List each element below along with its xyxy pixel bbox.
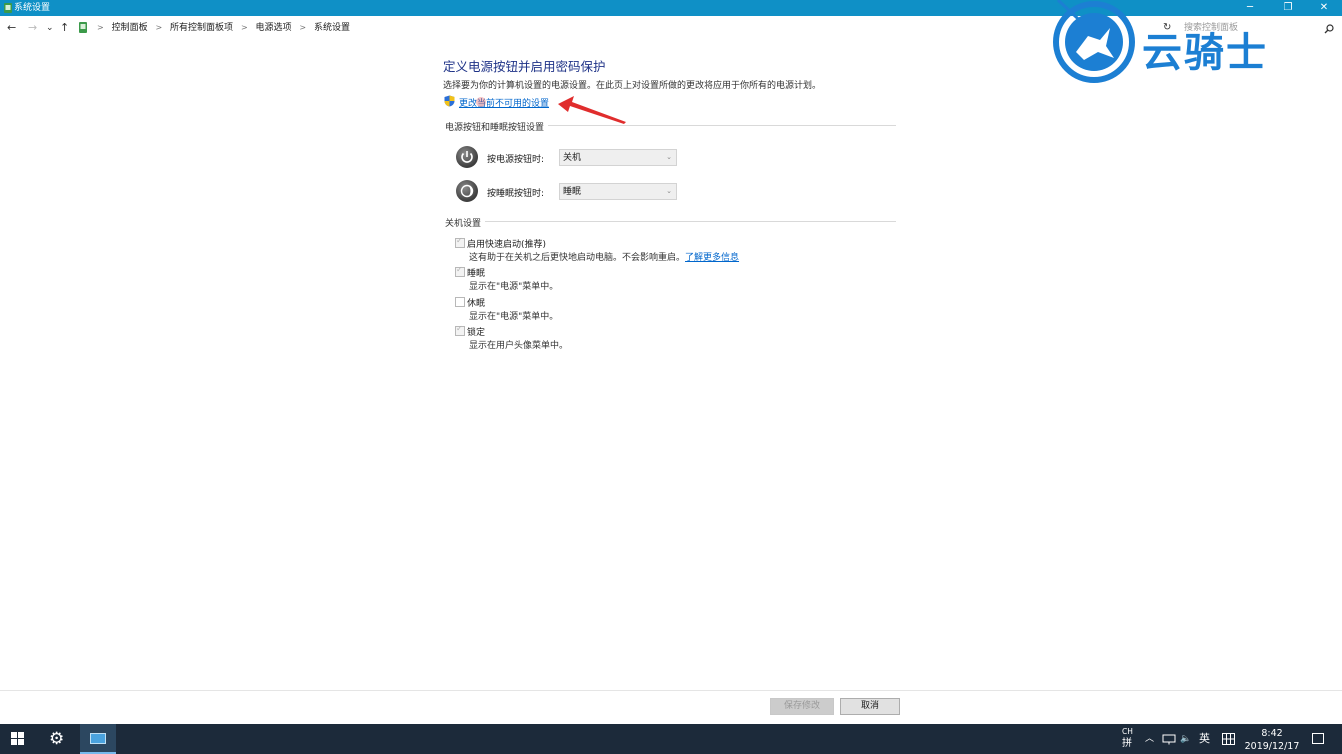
recent-locations-icon[interactable]: ⌄ [46,21,54,35]
volume-icon[interactable]: 🔈 [1180,724,1191,754]
breadcrumb-item[interactable]: 控制面板 [112,23,148,33]
sleep-checkbox[interactable] [455,265,465,277]
watermark-text: 云骑士 [1142,30,1268,76]
page-description: 选择要为你的计算机设置的电源设置。在此页上对设置所做的更改将应用于你所有的电源计… [443,81,822,91]
breadcrumb-separator-icon[interactable]: > [241,23,248,32]
control-panel-icon [4,3,12,13]
windows-start-icon[interactable] [11,732,25,746]
sleep-button-action-select[interactable]: 睡眠 ⌄ [559,183,677,200]
power-button-action-value: 关机 [563,153,582,163]
power-button-icon [456,146,478,168]
hibernate-label: 休眠 [467,299,486,309]
lock-checkbox[interactable] [455,324,465,336]
annotation-arrow-icon [558,96,626,124]
fast-startup-desc-text: 这有助于在关机之后更快地启动电脑。不会影响重启。 [469,253,686,263]
ime-mode[interactable]: 拼 [1122,738,1132,750]
control-panel-taskbar-button[interactable] [80,724,116,754]
uac-shield-icon [444,95,455,107]
shutdown-section-title: 关机设置 [445,216,486,229]
forward-arrow-icon[interactable]: → [28,21,37,35]
breadcrumb-item[interactable]: 所有控制面板项 [170,23,233,33]
clock-time: 8:42 [1261,728,1283,739]
power-buttons-section-title: 电源按钮和睡眠按钮设置 [445,120,549,133]
settings-gear-icon[interactable]: ⚙ [49,729,64,749]
sleep-button-label: 按睡眠按钮时: [487,189,545,199]
back-arrow-icon[interactable]: ← [7,21,16,35]
control-panel-icon [79,22,87,33]
learn-more-link[interactable]: 了解更多信息 [685,253,739,263]
mouse-cursor-highlight [476,97,486,107]
breadcrumb: > 控制面板 > 所有控制面板项 > 电源选项 > 系统设置 [92,22,350,34]
system-clock[interactable]: 8:42 2019/12/17 [1240,727,1304,753]
network-icon[interactable] [1162,734,1176,745]
hibernate-checkbox[interactable] [455,297,465,307]
input-keyboard-icon[interactable] [1222,733,1235,745]
up-arrow-icon[interactable]: ↑ [60,21,69,35]
notification-center-icon[interactable] [1312,733,1324,744]
save-changes-button[interactable]: 保存修改 [770,698,834,715]
lock-description: 显示在用户头像菜单中。 [469,341,569,351]
hibernate-description: 显示在"电源"菜单中。 [469,312,559,322]
fast-startup-description: 这有助于在关机之后更快地启动电脑。不会影响重启。了解更多信息 [469,250,739,263]
breadcrumb-separator-icon: > [97,23,104,32]
cancel-button[interactable]: 取消 [840,698,900,715]
sleep-label: 睡眠 [467,269,486,279]
language-indicator[interactable]: 英 [1199,724,1210,754]
fast-startup-label: 启用快速启动(推荐) [467,240,547,250]
chevron-down-icon: ⌄ [666,187,672,195]
chevron-down-icon: ⌄ [666,153,672,161]
change-unavailable-settings-link[interactable]: 更改当前不可用的设置 [459,96,549,109]
breadcrumb-item[interactable]: 系统设置 [314,23,350,33]
chevron-up-icon[interactable]: ︿ [1145,724,1154,754]
ime-indicator[interactable]: CH [1122,726,1133,737]
breadcrumb-item[interactable]: 电源选项 [256,23,292,33]
power-button-label: 按电源按钮时: [487,155,545,165]
lock-label: 锁定 [467,328,486,338]
window-title: 系统设置 [14,3,51,13]
sleep-button-icon [456,180,478,202]
taskbar: ⚙ CH 拼 ︿ 🔈 英 8:42 2019/12/17 [0,724,1342,754]
footer-divider [0,690,1342,691]
page-title: 定义电源按钮并启用密码保护 [443,59,606,74]
clock-date: 2019/12/17 [1244,741,1300,752]
sleep-description: 显示在"电源"菜单中。 [469,282,559,292]
sleep-button-action-value: 睡眠 [563,187,582,197]
section-divider [445,221,896,222]
breadcrumb-separator-icon[interactable]: > [299,23,306,32]
breadcrumb-separator-icon[interactable]: > [155,23,162,32]
fast-startup-checkbox[interactable] [455,236,465,248]
control-panel-icon [90,733,106,744]
power-button-action-select[interactable]: 关机 ⌄ [559,149,677,166]
